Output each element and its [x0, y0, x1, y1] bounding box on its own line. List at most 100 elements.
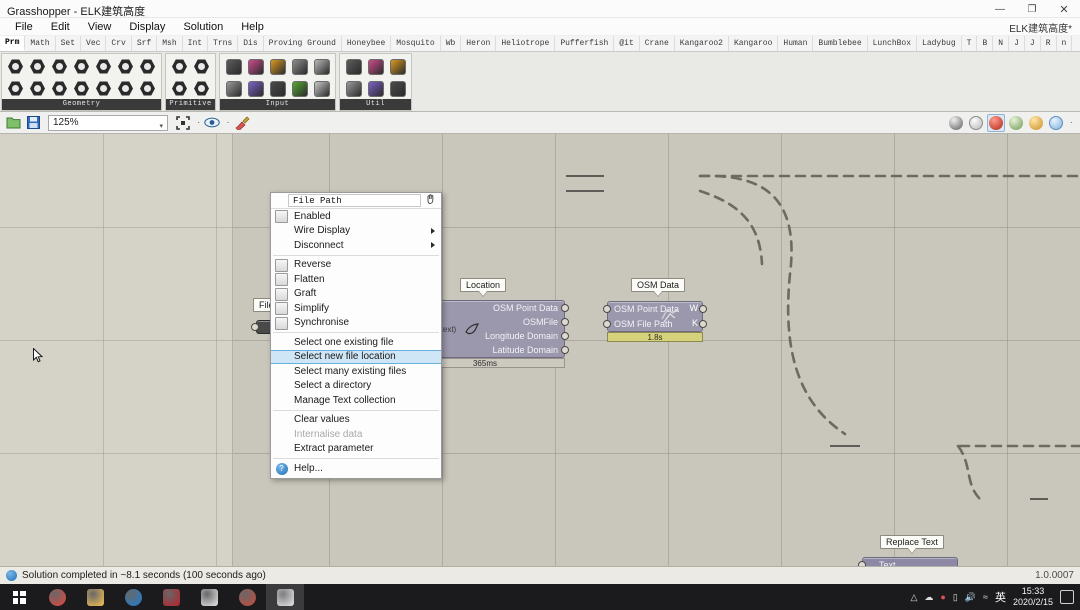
menu-item-solution[interactable]: Solution — [174, 18, 232, 36]
ribbon-icon-util-5[interactable] — [387, 56, 408, 77]
sphere-orange-icon[interactable] — [1027, 114, 1045, 132]
ribbon-icon-primitive-4[interactable] — [191, 78, 212, 99]
taskbar-app-photos-icon[interactable] — [190, 584, 228, 610]
eye-icon[interactable] — [203, 114, 221, 132]
context-menu-item-disconnect[interactable]: Disconnect — [271, 238, 441, 253]
file-path-output-port[interactable] — [251, 323, 259, 331]
tab-trns[interactable]: Trns — [208, 36, 239, 51]
ribbon-icon-geometry-4[interactable] — [27, 78, 48, 99]
taskbar-app-acrobat-icon[interactable] — [152, 584, 190, 610]
tab-human[interactable]: Human — [778, 36, 814, 51]
osm-data-input-file-path[interactable]: OSM File Path — [608, 317, 702, 332]
ribbon-icon-input-3[interactable] — [245, 56, 266, 77]
ribbon-icon-input-9[interactable] — [311, 56, 332, 77]
tab-kangaroo2[interactable]: Kangaroo2 — [674, 36, 729, 51]
tab-math[interactable]: Math — [25, 36, 56, 51]
menu-item-display[interactable]: Display — [120, 18, 174, 36]
context-menu-item-select-a-directory[interactable]: Select a directory — [271, 379, 441, 394]
menu-item-help[interactable]: Help — [232, 18, 273, 36]
tab-heron[interactable]: Heron — [461, 36, 497, 51]
ribbon-icon-util-3[interactable] — [365, 56, 386, 77]
tray-battery-icon[interactable]: ▯ — [953, 592, 958, 603]
tab-n[interactable]: N — [993, 36, 1010, 51]
object-name-input[interactable]: File Path — [288, 194, 421, 207]
tab-crv[interactable]: Crv — [106, 36, 132, 51]
tab-proving-ground[interactable]: Proving Ground — [263, 36, 342, 51]
context-menu-item-synchronise[interactable]: Synchronise — [271, 316, 441, 331]
notification-icon[interactable] — [1060, 590, 1074, 604]
zoom-level-select[interactable]: 125% ▾ — [48, 114, 168, 131]
folder-open-icon[interactable] — [4, 114, 22, 132]
context-menu-item-help[interactable]: ? Help... — [271, 461, 441, 476]
context-menu-item-extract-parameter[interactable]: Extract parameter — [271, 442, 441, 457]
tab-heliotrope[interactable]: Heliotrope — [496, 36, 556, 51]
taskbar-app-browser-icon[interactable] — [114, 584, 152, 610]
tab-pufferfish[interactable]: Pufferfish — [555, 36, 615, 51]
taskbar-app-file-explorer-icon[interactable] — [76, 584, 114, 610]
ribbon-icon-util-2[interactable] — [343, 78, 364, 99]
tab-wb[interactable]: Wb — [440, 36, 462, 51]
tab-lunchbox[interactable]: LunchBox — [867, 36, 918, 51]
component-tab-strip[interactable]: Prm Math Set Vec Crv Srf Msh Int Trns Dis Proving … — [0, 36, 1080, 52]
ribbon-icon-input-10[interactable] — [311, 78, 332, 99]
ribbon-icon-geometry-1[interactable] — [5, 56, 26, 77]
ribbon-icon-geometry-7[interactable] — [71, 56, 92, 77]
windows-start-icon[interactable] — [0, 584, 38, 610]
context-menu-item-flatten[interactable]: Flatten — [271, 272, 441, 287]
context-menu-item-graft[interactable]: Graft — [271, 287, 441, 302]
zoom-extents-icon[interactable] — [174, 114, 192, 132]
tab-j[interactable]: J — [1024, 36, 1041, 51]
osm-data-input-point-data[interactable]: OSM Point Data — [608, 302, 702, 317]
taskbar-app-rhino-icon[interactable] — [228, 584, 266, 610]
osm-data-port-in-2[interactable] — [603, 320, 611, 328]
menu-item-file[interactable]: File — [6, 18, 42, 36]
ribbon-icon-geometry-3[interactable] — [27, 56, 48, 77]
ribbon-icon-geometry-12[interactable] — [115, 78, 136, 99]
sphere-green-icon[interactable] — [1007, 114, 1025, 132]
context-menu-item-wire-display[interactable]: Wire Display — [271, 224, 441, 239]
ribbon-icon-input-2[interactable] — [223, 78, 244, 99]
tab-dis[interactable]: Dis — [238, 36, 264, 51]
close-button[interactable]: ✕ — [1048, 0, 1080, 18]
ribbon-icon-input-7[interactable] — [289, 56, 310, 77]
tab-ladybug[interactable]: Ladybug — [917, 36, 962, 51]
context-menu-item-reverse[interactable]: Reverse — [271, 258, 441, 273]
tab-r[interactable]: R — [1040, 36, 1057, 51]
tab-mosquito[interactable]: Mosquito — [391, 36, 441, 51]
osm-data-component[interactable]: OSM Point Data OSM File Path W K 1.8s — [603, 301, 707, 342]
ribbon-icon-util-4[interactable] — [365, 78, 386, 99]
menu-item-view[interactable]: View — [79, 18, 121, 36]
component-context-menu[interactable]: File Path Enabled Wire Display Disconnect R… — [270, 192, 442, 479]
ribbon-icon-primitive-3[interactable] — [191, 56, 212, 77]
ribbon-icon-geometry-6[interactable] — [49, 78, 70, 99]
tab--it[interactable]: @it — [614, 36, 640, 51]
replace-text-input-text[interactable]: Text — [863, 558, 957, 566]
sphere-wire-icon[interactable] — [967, 114, 985, 132]
tab-kangaroo[interactable]: Kangaroo — [728, 36, 779, 51]
ribbon-icon-input-4[interactable] — [245, 78, 266, 99]
location-port-out-1[interactable] — [561, 304, 569, 312]
paint-icon[interactable] — [233, 114, 251, 132]
tab-crane[interactable]: Crane — [639, 36, 675, 51]
ribbon-icon-geometry-9[interactable] — [93, 56, 114, 77]
menu-item-edit[interactable]: Edit — [42, 18, 79, 36]
tray-volume-icon[interactable]: 🔊 — [965, 592, 976, 603]
tray-network-icon[interactable]: ≈ — [983, 592, 988, 602]
context-menu-item-enabled[interactable]: Enabled — [271, 209, 441, 224]
ribbon-icon-geometry-14[interactable] — [137, 78, 158, 99]
sphere-dark-icon[interactable] — [947, 114, 965, 132]
tray-chevron-icon[interactable]: △ — [910, 592, 917, 603]
sphere-red-icon[interactable] — [986, 113, 1005, 132]
context-menu-item-manage-text-collection[interactable]: Manage Text collection — [271, 393, 441, 408]
ribbon-icon-util-1[interactable] — [343, 56, 364, 77]
tab-honeybee[interactable]: Honeybee — [341, 36, 392, 51]
sphere-blue-icon[interactable] — [1047, 114, 1065, 132]
ribbon-icon-input-6[interactable] — [267, 78, 288, 99]
tab-j[interactable]: J — [1009, 36, 1025, 51]
osm-data-port-out-2[interactable] — [699, 320, 707, 328]
ribbon-icon-geometry-8[interactable] — [71, 78, 92, 99]
taskbar-app-chrome-icon[interactable] — [38, 584, 76, 610]
osm-data-output-w[interactable]: W — [690, 303, 699, 313]
tab-b[interactable]: B — [977, 36, 994, 51]
minimize-button[interactable]: — — [984, 0, 1016, 18]
